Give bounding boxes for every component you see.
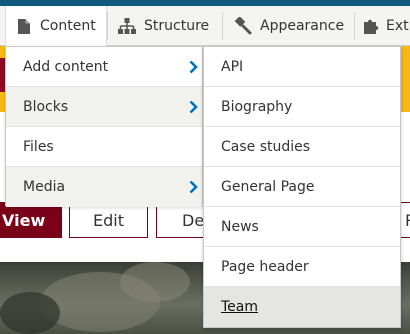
toolbar-appearance-label: Appearance <box>260 18 345 34</box>
admin-toolbar: Content Structure Appearance Ext <box>0 6 410 46</box>
puzzle-icon <box>364 19 379 34</box>
tab-view[interactable]: View <box>0 202 62 238</box>
toolbar-extend-button[interactable]: Ext <box>362 6 409 46</box>
content-menu: Add content Blocks Files Media <box>5 46 203 207</box>
toolbar-content-button[interactable]: Content <box>5 6 107 46</box>
sitemap-icon <box>118 18 136 34</box>
chevron-right-icon <box>189 180 198 194</box>
submenu-item-team[interactable]: Team <box>204 287 400 327</box>
tab-edit-label: Edit <box>93 210 124 230</box>
document-icon <box>18 18 30 34</box>
submenu-item-label: Team <box>221 299 259 315</box>
tab-edit[interactable]: Edit <box>69 202 148 238</box>
toolbar-structure-label: Structure <box>144 18 210 34</box>
chevron-right-icon <box>189 100 198 114</box>
tab-delete-label: De <box>182 210 205 230</box>
add-content-submenu: API Biography Case studies General Page … <box>203 46 401 328</box>
menu-item-label: Files <box>23 138 54 155</box>
submenu-item-label: News <box>221 218 259 235</box>
tab-delete[interactable]: De <box>156 202 206 238</box>
menu-item-files[interactable]: Files <box>6 127 202 167</box>
toolbar-divider <box>354 12 355 40</box>
menu-item-media[interactable]: Media <box>6 167 202 207</box>
tab-revisions-label: R <box>405 211 410 230</box>
submenu-item-label: Page header <box>221 258 309 275</box>
submenu-item-api[interactable]: API <box>204 47 400 87</box>
toolbar-content-label: Content <box>40 18 96 34</box>
tab-revisions[interactable]: R <box>400 202 410 238</box>
menu-item-add-content[interactable]: Add content <box>6 47 202 87</box>
toolbar-extend-label: Ext <box>386 18 409 34</box>
submenu-item-page-header[interactable]: Page header <box>204 247 400 287</box>
submenu-item-biography[interactable]: Biography <box>204 87 400 127</box>
menu-item-label: Media <box>23 179 66 195</box>
toolbar-appearance-button[interactable]: Appearance <box>228 6 344 46</box>
menu-item-label: Blocks <box>23 98 69 115</box>
toolbar-structure-button[interactable]: Structure <box>112 6 209 46</box>
menu-item-label: Add content <box>23 58 109 75</box>
toolbar-divider <box>107 12 108 40</box>
submenu-item-news[interactable]: News <box>204 207 400 247</box>
submenu-item-label: Biography <box>221 98 293 115</box>
tab-view-label: View <box>2 210 46 230</box>
submenu-item-label: General Page <box>221 178 315 195</box>
submenu-item-general-page[interactable]: General Page <box>204 167 400 207</box>
menu-item-blocks[interactable]: Blocks <box>6 87 202 127</box>
toolbar-divider <box>222 12 223 40</box>
submenu-item-label: Case studies <box>221 138 311 155</box>
submenu-item-label: API <box>221 58 244 75</box>
paintbrush-icon <box>234 17 252 35</box>
chevron-right-icon <box>189 60 198 74</box>
submenu-item-case-studies[interactable]: Case studies <box>204 127 400 167</box>
